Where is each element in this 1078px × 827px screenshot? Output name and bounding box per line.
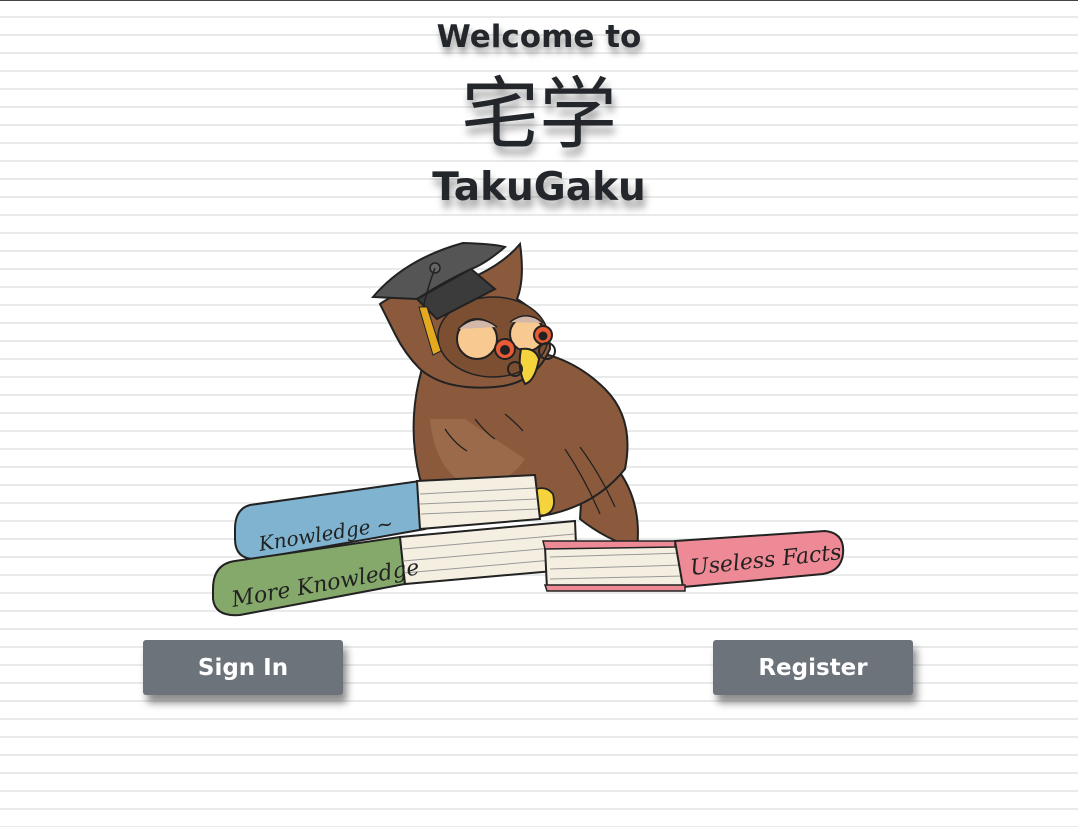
register-button[interactable]: Register	[713, 640, 913, 695]
sign-in-button[interactable]: Sign In	[143, 640, 343, 695]
welcome-text: Welcome to	[436, 19, 642, 55]
brand-name: TakuGaku	[432, 165, 646, 210]
kanji-logo: 宅学	[460, 70, 617, 160]
owl-with-books-illustration: Knowledge ~ More Knowledge Useless Facts	[212, 241, 845, 617]
book-useless-facts-icon: Useless Facts	[542, 529, 845, 592]
